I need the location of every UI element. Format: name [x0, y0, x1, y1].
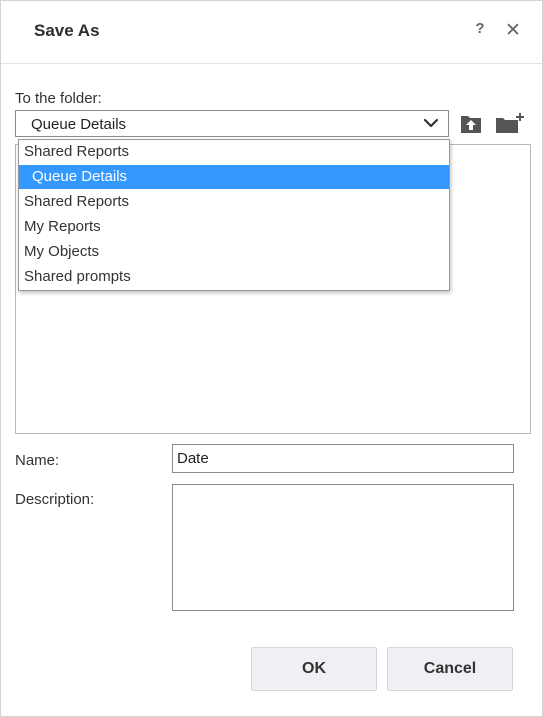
- dropdown-option-queue-details[interactable]: Queue Details: [19, 165, 449, 189]
- new-folder-icon[interactable]: [495, 112, 525, 134]
- help-button[interactable]: ?: [472, 20, 488, 40]
- description-textarea[interactable]: [172, 484, 514, 611]
- description-label: Description:: [15, 491, 95, 508]
- cancel-button[interactable]: Cancel: [387, 647, 513, 691]
- dropdown-option-shared-prompts[interactable]: Shared prompts: [19, 265, 449, 289]
- dropdown-option-shared-reports[interactable]: Shared Reports: [19, 140, 449, 164]
- folder-label: To the folder:: [15, 90, 102, 107]
- save-as-dialog: Save As ? ✕ To the folder: Queue Details…: [0, 0, 543, 717]
- name-label: Name:: [15, 452, 60, 469]
- dropdown-option-shared-reports-2[interactable]: Shared Reports: [19, 190, 449, 214]
- dialog-title: Save As: [34, 21, 100, 40]
- ok-button[interactable]: OK: [251, 647, 377, 691]
- folder-dropdown-list: Shared Reports Queue Details Shared Repo…: [18, 139, 450, 291]
- chevron-down-icon: [423, 118, 439, 128]
- dropdown-option-my-reports[interactable]: My Reports: [19, 215, 449, 239]
- name-input[interactable]: [172, 444, 514, 473]
- folder-select[interactable]: Queue Details: [15, 110, 449, 137]
- folder-up-icon[interactable]: [460, 113, 484, 135]
- folder-select-value: Queue Details: [31, 116, 127, 133]
- dialog-titlebar: Save As ? ✕: [1, 1, 542, 64]
- close-button[interactable]: ✕: [504, 19, 522, 41]
- dropdown-option-my-objects[interactable]: My Objects: [19, 240, 449, 264]
